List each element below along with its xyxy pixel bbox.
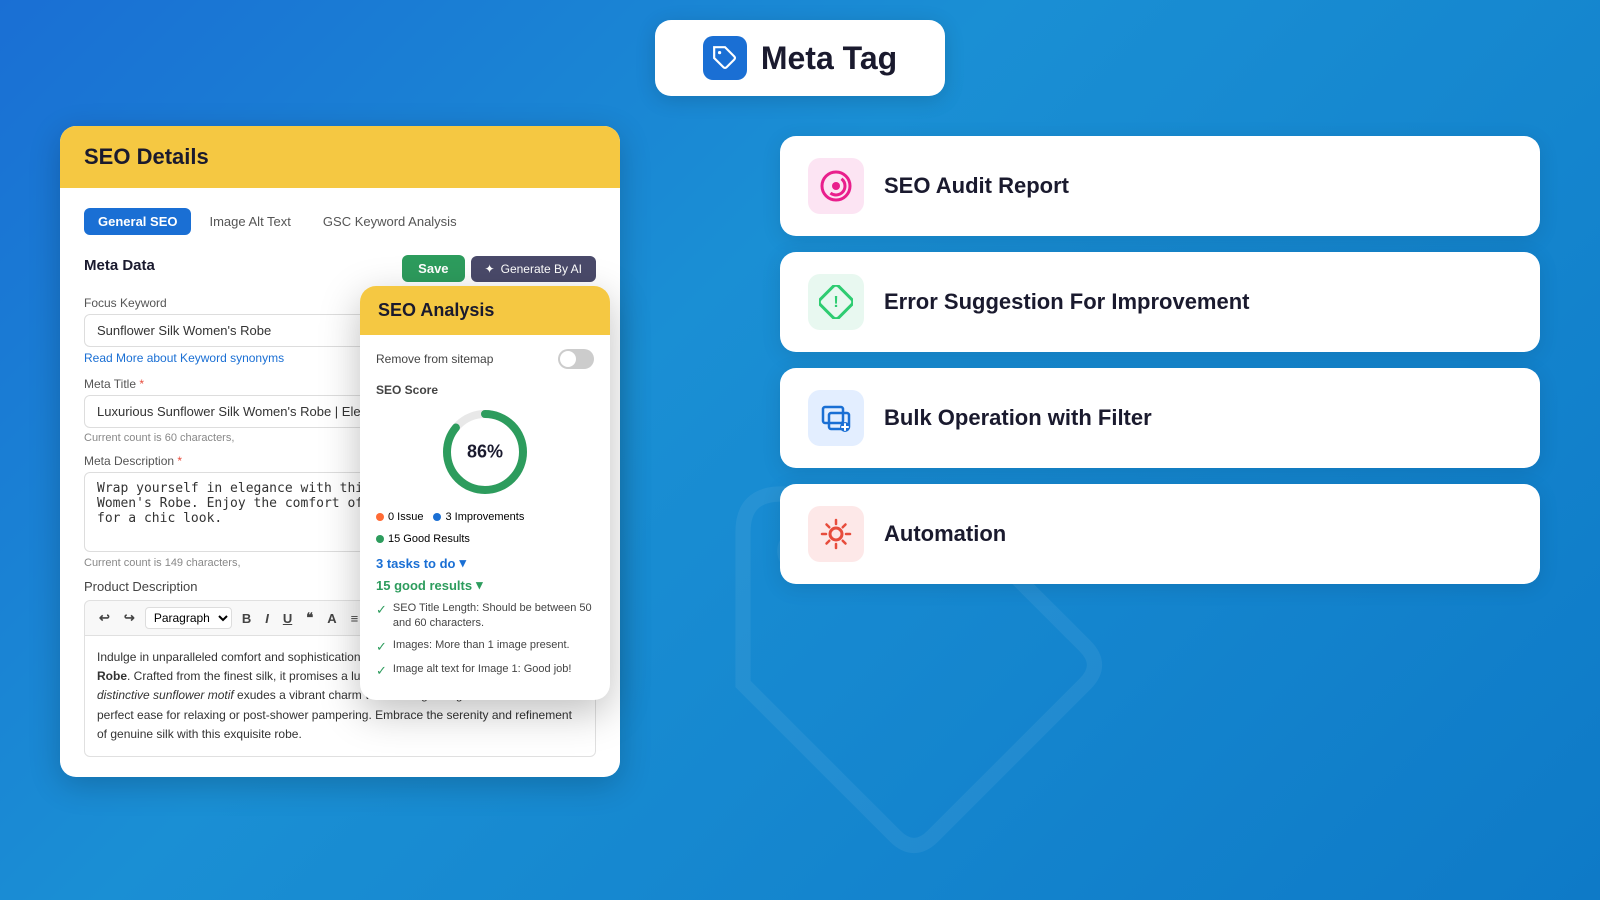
feature-card-automation[interactable]: Automation [780,484,1540,584]
header-pill: Meta Tag [655,20,945,96]
right-panel: SEO Audit Report ! Error Suggestion For … [780,126,1540,777]
tab-image-alt[interactable]: Image Alt Text [195,208,304,235]
seo-analysis-card: SEO Analysis Remove from sitemap SEO Sco… [360,286,610,700]
seo-audit-text: SEO Audit Report [884,172,1512,201]
feature-card-bulk-operation[interactable]: Bulk Operation with Filter [780,368,1540,468]
sitemap-toggle-label: Remove from sitemap [376,352,493,366]
bulk-operation-title: Bulk Operation with Filter [884,405,1152,430]
seo-analysis-body: Remove from sitemap SEO Score 86% [360,335,610,700]
undo-button[interactable]: ↩ [95,608,114,628]
underline-button[interactable]: U [279,609,296,628]
tasks-chevron: ▾ [459,555,466,571]
issue-dot [376,513,384,521]
tab-general-seo[interactable]: General SEO [84,208,191,235]
score-circle-wrap: 86% [376,407,594,497]
tasks-section: 3 tasks to do ▾ 15 good results ▾ ✓ SEO … [376,555,594,680]
result-item-1: ✓ Images: More than 1 image present. [376,638,594,656]
seo-analysis-header: SEO Analysis [360,286,610,335]
left-panel: SEO Details General SEO Image Alt Text G… [60,126,740,777]
action-buttons: Save ✦ Generate By AI [402,255,596,282]
main-content: SEO Details General SEO Image Alt Text G… [0,96,1600,797]
svg-text:!: ! [833,294,838,311]
header-title: Meta Tag [761,40,897,77]
tasks-header[interactable]: 3 tasks to do ▾ [376,555,594,571]
tab-gsc-keyword[interactable]: GSC Keyword Analysis [309,208,471,235]
error-suggestion-icon-wrap: ! [808,274,864,330]
automation-icon-wrap [808,506,864,562]
good-results-chevron: ▾ [476,577,483,593]
automation-title: Automation [884,521,1006,546]
header-icon-wrap [703,36,747,80]
good-results-header[interactable]: 15 good results ▾ [376,577,594,593]
score-circle: 86% [440,407,530,497]
tag-icon [712,45,738,71]
automation-icon [819,517,853,551]
generate-button[interactable]: ✦ Generate By AI [471,256,596,282]
error-suggestion-title: Error Suggestion For Improvement [884,289,1250,314]
sitemap-toggle[interactable] [558,349,594,369]
save-button[interactable]: Save [402,255,464,282]
feature-card-seo-audit[interactable]: SEO Audit Report [780,136,1540,236]
bulk-operation-text: Bulk Operation with Filter [884,404,1512,433]
issue-badge: 0 Issue [376,511,423,523]
seo-score-label: SEO Score [376,383,594,397]
check-icon-1: ✓ [376,638,387,656]
redo-button[interactable]: ↪ [120,608,139,628]
error-suggestion-icon: ! [819,285,853,319]
header: Meta Tag [0,0,1600,96]
improvements-dot [433,513,441,521]
good-dot [376,535,384,543]
meta-data-section-title: Meta Data [84,257,155,274]
format-select[interactable]: Paragraph [145,607,232,629]
improvements-badge: 3 Improvements [433,511,524,523]
score-badges: 0 Issue 3 Improvements 15 Good Results [376,511,594,545]
seo-details-header: SEO Details [60,126,620,188]
bulk-operation-icon [819,401,853,435]
sitemap-toggle-row: Remove from sitemap [376,349,594,369]
good-badge: 15 Good Results [376,533,470,545]
feature-card-error-suggestion[interactable]: ! Error Suggestion For Improvement [780,252,1540,352]
check-icon-0: ✓ [376,601,387,619]
score-text: 86% [467,442,503,463]
color-button[interactable]: A [323,609,340,628]
automation-text: Automation [884,520,1512,549]
check-icon-2: ✓ [376,662,387,680]
italic-button[interactable]: I [261,609,273,628]
bold-button[interactable]: B [238,609,255,628]
tabs-row: General SEO Image Alt Text GSC Keyword A… [84,208,596,235]
meta-data-header-row: Meta Data Save ✦ Generate By AI [84,255,596,282]
result-item-2: ✓ Image alt text for Image 1: Good job! [376,662,594,680]
seo-analysis-title: SEO Analysis [378,300,494,320]
bulk-operation-icon-wrap [808,390,864,446]
seo-audit-icon-wrap [808,158,864,214]
seo-details-title: SEO Details [84,144,209,169]
result-item-0: ✓ SEO Title Length: Should be between 50… [376,601,594,632]
sparkle-icon: ✦ [485,262,495,276]
seo-audit-icon [819,169,853,203]
quote-button[interactable]: ❝ [302,608,317,628]
error-suggestion-text: Error Suggestion For Improvement [884,288,1512,317]
seo-audit-title: SEO Audit Report [884,173,1069,198]
